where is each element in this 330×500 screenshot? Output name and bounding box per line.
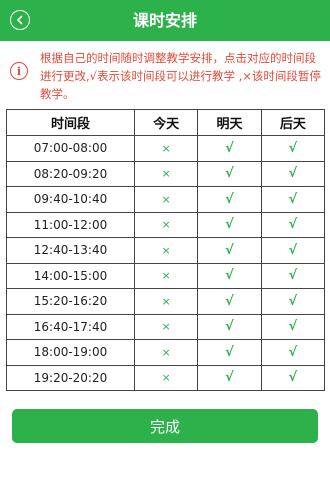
table-row: 15:20-16:20 × √ √ — [6, 288, 326, 315]
day-after-cell[interactable]: √ — [260, 211, 326, 238]
finish-button[interactable]: 完成 — [12, 409, 318, 443]
notice-text: 根据自己的时间随时调整教学安排，点击对应的时间段进行更改,√表示该时间段可以进行… — [40, 51, 321, 101]
table-header-row: 时间段 今天 明天 后天 — [6, 109, 326, 136]
day-after-cell[interactable]: √ — [260, 288, 326, 315]
day-after-cell[interactable]: √ — [260, 186, 326, 213]
time-slot-cell: 14:00-15:00 — [6, 262, 135, 289]
time-slot-cell: 07:00-08:00 — [6, 135, 135, 162]
today-cell[interactable]: × — [133, 160, 199, 187]
table-row: 09:40-10:40 × √ √ — [6, 186, 326, 213]
page-title: 课时安排 — [132, 11, 197, 30]
table-row: 16:40-17:40 × √ √ — [6, 313, 326, 340]
tomorrow-cell[interactable]: √ — [197, 160, 262, 187]
time-slot-cell: 08:20-09:20 — [6, 160, 135, 187]
day-after-cell[interactable]: √ — [260, 262, 326, 289]
day-after-cell[interactable]: √ — [260, 364, 326, 391]
tomorrow-cell[interactable]: √ — [197, 313, 262, 340]
info-icon: i — [10, 62, 28, 80]
today-cell[interactable]: × — [133, 186, 199, 213]
header-day-after: 后天 — [260, 109, 326, 136]
time-slot-cell: 18:00-19:00 — [6, 339, 135, 366]
today-cell[interactable]: × — [133, 339, 199, 366]
tomorrow-cell[interactable]: √ — [197, 288, 262, 315]
top-bar: 课时安排 — [0, 0, 330, 41]
header-tomorrow: 明天 — [197, 109, 262, 136]
time-slot-cell: 16:40-17:40 — [6, 313, 135, 340]
day-after-cell[interactable]: √ — [260, 160, 326, 187]
table-row: 07:00-08:00 × √ √ — [6, 135, 326, 162]
table-row: 12:40-13:40 × √ √ — [6, 237, 326, 264]
tomorrow-cell[interactable]: √ — [197, 186, 262, 213]
schedule-table-container: 时间段 今天 明天 后天 07:00-08:00 × √ √ 08:20-09:20 × √… — [6, 109, 326, 391]
tomorrow-cell[interactable]: √ — [197, 339, 262, 366]
time-slot-cell: 19:20-20:20 — [6, 364, 135, 391]
day-after-cell[interactable]: √ — [260, 237, 326, 264]
day-after-cell[interactable]: √ — [260, 135, 326, 162]
tomorrow-cell[interactable]: √ — [197, 262, 262, 289]
table-row: 11:00-12:00 × √ √ — [6, 211, 326, 238]
tomorrow-cell[interactable]: √ — [197, 211, 262, 238]
today-cell[interactable]: × — [133, 262, 199, 289]
table-row: 19:20-20:20 × √ √ — [6, 364, 326, 391]
today-cell[interactable]: × — [133, 288, 199, 315]
schedule-table: 时间段 今天 明天 后天 07:00-08:00 × √ √ 08:20-09:20 × √… — [6, 109, 326, 391]
today-cell[interactable]: × — [133, 237, 199, 264]
time-slot-cell: 09:40-10:40 — [6, 186, 135, 213]
table-row: 14:00-15:00 × √ √ — [6, 262, 326, 289]
today-cell[interactable]: × — [133, 135, 199, 162]
tomorrow-cell[interactable]: √ — [197, 237, 262, 264]
tomorrow-cell[interactable]: √ — [197, 135, 262, 162]
today-cell[interactable]: × — [133, 211, 199, 238]
tomorrow-cell[interactable]: √ — [197, 364, 262, 391]
notice-banner: i 根据自己的时间随时调整教学安排，点击对应的时间段进行更改,√表示该时间段可以… — [0, 41, 330, 105]
time-slot-cell: 11:00-12:00 — [6, 211, 135, 238]
today-cell[interactable]: × — [133, 364, 199, 391]
header-today: 今天 — [133, 109, 199, 136]
table-row: 08:20-09:20 × √ √ — [6, 160, 326, 187]
day-after-cell[interactable]: √ — [260, 339, 326, 366]
header-time: 时间段 — [6, 109, 135, 136]
time-slot-cell: 15:20-16:20 — [6, 288, 135, 315]
today-cell[interactable]: × — [133, 313, 199, 340]
day-after-cell[interactable]: √ — [260, 313, 326, 340]
table-row: 18:00-19:00 × √ √ — [6, 339, 326, 366]
time-slot-cell: 12:40-13:40 — [6, 237, 135, 264]
